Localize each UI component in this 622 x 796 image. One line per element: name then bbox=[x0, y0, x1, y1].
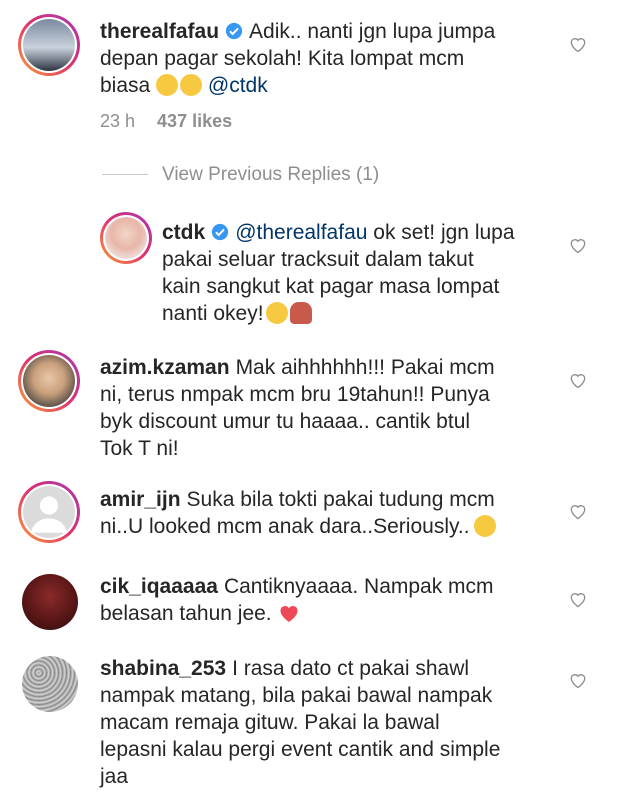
username[interactable]: amir_ijn bbox=[100, 488, 181, 511]
comment-text: azim.kzaman Mak aihhhhhh!!! Pakai mcm ni,… bbox=[100, 356, 495, 460]
divider bbox=[102, 174, 148, 176]
mention-link[interactable]: @ctdk bbox=[208, 74, 268, 97]
red-heart-emoji-icon bbox=[280, 606, 298, 622]
avatar[interactable] bbox=[100, 212, 152, 264]
laughing-emoji-icon bbox=[180, 74, 203, 96]
avatar[interactable] bbox=[18, 350, 80, 412]
default-avatar-icon bbox=[30, 496, 68, 533]
username[interactable]: cik_iqaaaaa bbox=[100, 575, 218, 598]
heart-icon[interactable] bbox=[568, 34, 588, 54]
mention-link[interactable]: @therealfafau bbox=[235, 221, 367, 244]
username[interactable]: shabina_253 bbox=[100, 657, 226, 680]
username[interactable]: ctdk bbox=[162, 221, 205, 244]
reply-text: ctdk @therealfafau ok set! jgn lupa pakai… bbox=[162, 221, 515, 325]
comment-text: therealfafau Adik.. nanti jgn lupa jumpa … bbox=[100, 20, 496, 97]
avatar[interactable] bbox=[18, 481, 80, 543]
verified-badge-icon bbox=[212, 223, 229, 241]
username[interactable]: therealfafau bbox=[100, 20, 219, 43]
timestamp: 23 h bbox=[100, 111, 136, 131]
comment-meta: 23 h 437 likes bbox=[100, 111, 232, 132]
tongue-emoji-icon bbox=[265, 302, 288, 324]
heart-icon[interactable] bbox=[568, 370, 588, 390]
verified-badge-icon bbox=[225, 22, 243, 40]
comment-text: cik_iqaaaaa Cantiknyaaaa. Nampak mcm bela… bbox=[100, 575, 494, 625]
facepalm-woman-icon bbox=[289, 302, 312, 324]
rofl-emoji-icon bbox=[156, 74, 179, 96]
comment-text: amir_ijn Suka bila tokti pakai tudung mcm… bbox=[100, 488, 496, 538]
heart-eyes-emoji-icon bbox=[473, 515, 496, 537]
avatar[interactable] bbox=[22, 656, 78, 712]
heart-icon[interactable] bbox=[568, 589, 588, 609]
comment-text: shabina_253 I rasa dato ct pakai shawl na… bbox=[100, 657, 501, 788]
heart-icon[interactable] bbox=[568, 235, 588, 255]
avatar[interactable] bbox=[22, 574, 78, 630]
heart-icon[interactable] bbox=[568, 670, 588, 690]
likes-count[interactable]: 437 likes bbox=[157, 111, 232, 131]
username[interactable]: azim.kzaman bbox=[100, 356, 230, 379]
avatar[interactable] bbox=[18, 14, 80, 76]
view-previous-replies-button[interactable]: View Previous Replies (1) bbox=[102, 164, 379, 186]
heart-icon[interactable] bbox=[568, 501, 588, 521]
